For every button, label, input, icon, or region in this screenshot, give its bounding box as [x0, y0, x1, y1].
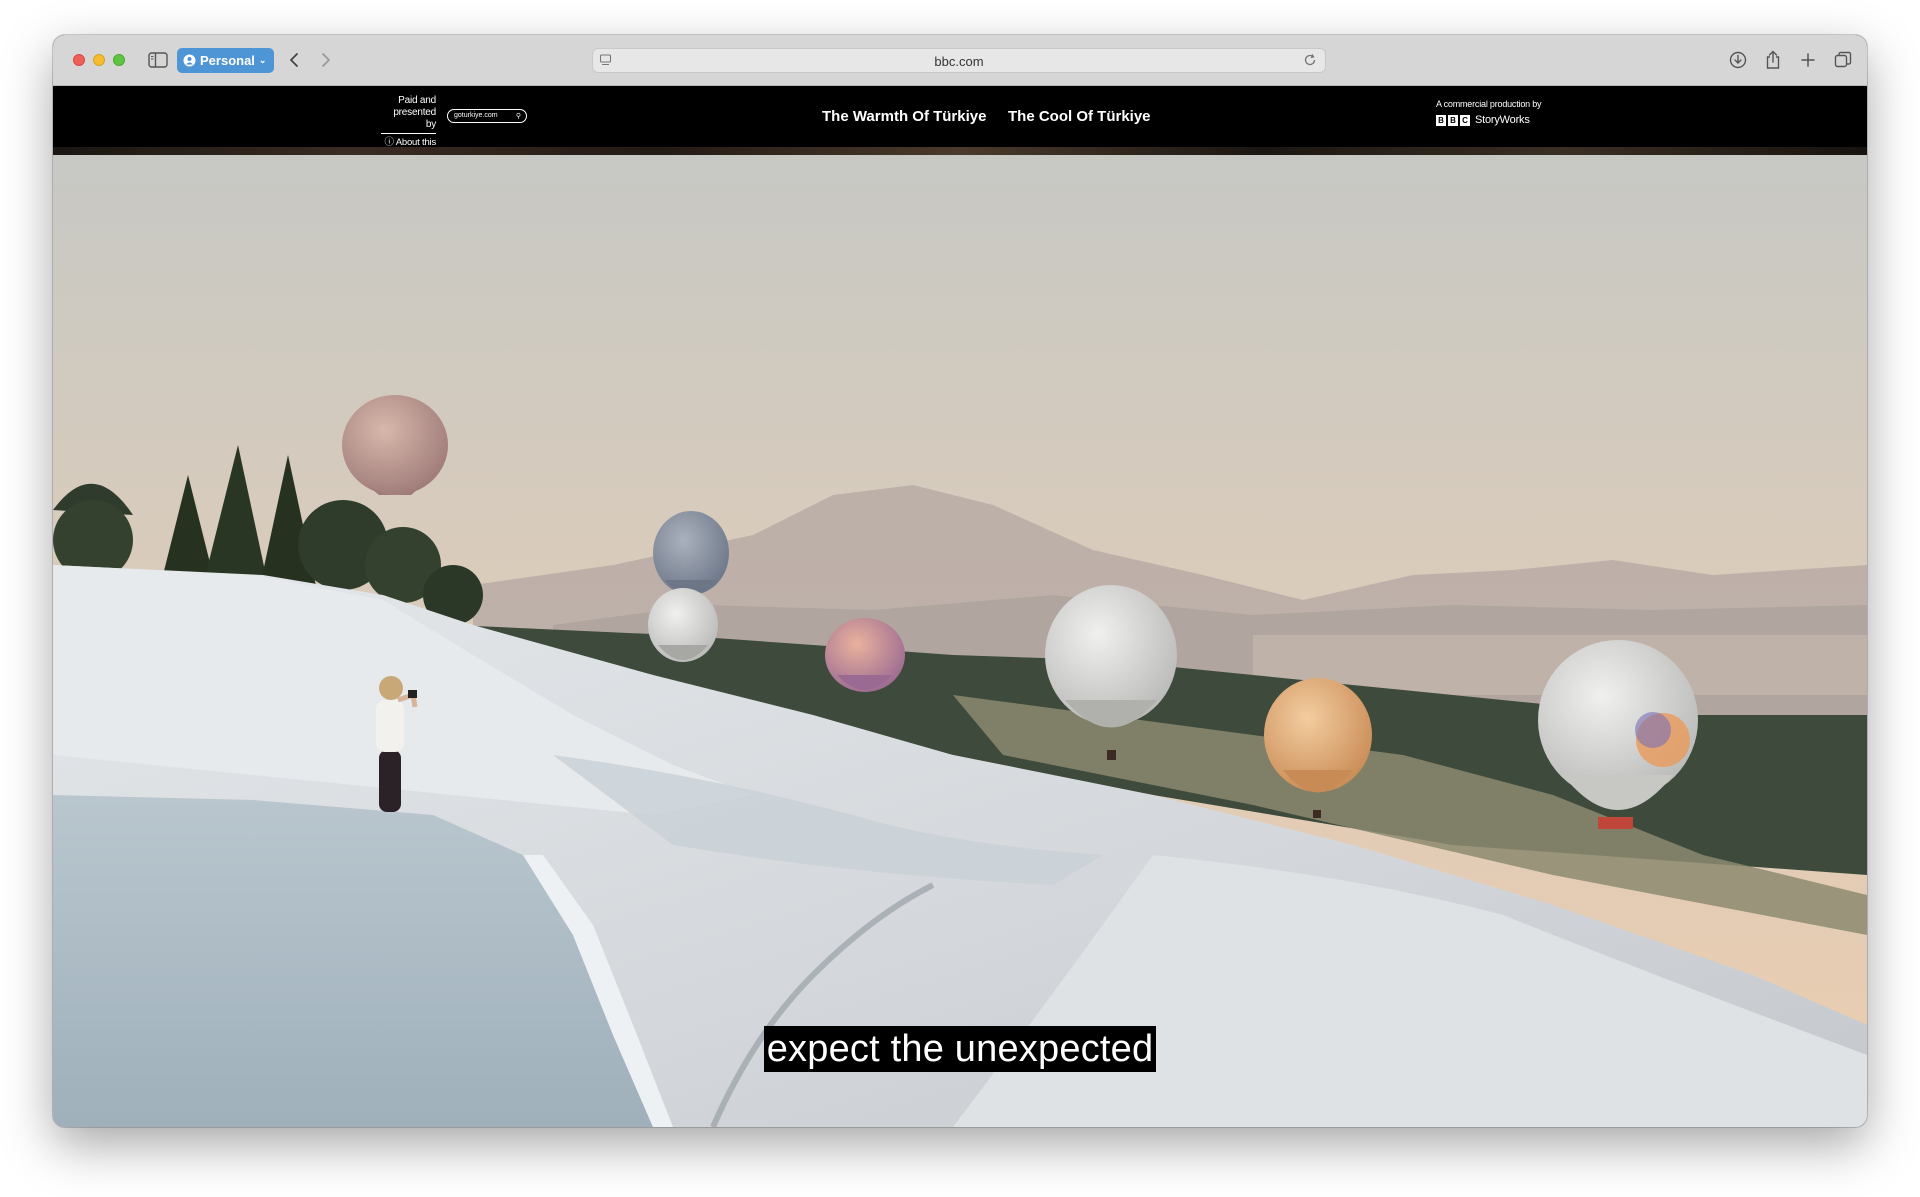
address-bar[interactable]: bbc.com: [592, 48, 1326, 73]
minimize-window-button[interactable]: [93, 54, 105, 66]
profile-name: Personal: [200, 53, 255, 68]
producer-label: A commercial production by: [1436, 99, 1542, 109]
balloon: [342, 395, 448, 495]
tab-overview-button[interactable]: [1831, 47, 1855, 73]
chevron-down-icon: ⌄: [258, 55, 267, 65]
sidebar-toggle-button[interactable]: [144, 47, 172, 73]
producer-credit[interactable]: A commercial production by B B C StoryWo…: [1436, 99, 1542, 126]
balloon: [825, 618, 905, 692]
profile-switcher-button[interactable]: Personal ⌄: [177, 48, 274, 73]
storyworks-label: StoryWorks: [1475, 114, 1530, 126]
subtitle-caption: expect the unexpected: [53, 1026, 1867, 1072]
tabs-icon: [1834, 51, 1852, 68]
reload-icon[interactable]: [1303, 53, 1317, 67]
close-window-button[interactable]: [73, 54, 85, 66]
chevron-right-icon: [322, 53, 330, 67]
bbc-storyworks-logo: B B C StoryWorks: [1436, 114, 1541, 126]
profile-icon: [183, 54, 196, 67]
hero-video[interactable]: expect the unexpected: [53, 155, 1867, 1127]
site-header: Paid and presented by ⓘ About this gotur…: [53, 86, 1867, 155]
chevron-left-icon: [290, 53, 298, 67]
downloads-button[interactable]: [1726, 47, 1750, 73]
nav-cool-of-turkiye[interactable]: The Cool Of Türkiye: [1008, 108, 1151, 125]
plus-icon: [1801, 53, 1815, 67]
main-nav: The Warmth Of Türkiye The Cool Of Türkiy…: [53, 86, 1867, 147]
nav-warmth-of-turkiye[interactable]: The Warmth Of Türkiye: [822, 108, 986, 125]
balloon: [648, 588, 718, 662]
browser-toolbar: Personal ⌄ bbc.com: [53, 35, 1867, 86]
zoom-window-button[interactable]: [113, 54, 125, 66]
share-icon: [1766, 50, 1780, 69]
video-frame-pamukkale: [53, 155, 1867, 1127]
download-icon: [1729, 51, 1747, 69]
sidebar-icon: [148, 52, 168, 68]
share-button[interactable]: [1761, 47, 1785, 73]
url-text: bbc.com: [934, 54, 984, 69]
back-button[interactable]: [283, 47, 305, 73]
new-tab-button[interactable]: [1796, 47, 1820, 73]
browser-window: Personal ⌄ bbc.com Paid and presented by…: [53, 35, 1867, 1127]
subtitle-text: expect the unexpected: [763, 1026, 1157, 1072]
forward-button[interactable]: [315, 47, 337, 73]
